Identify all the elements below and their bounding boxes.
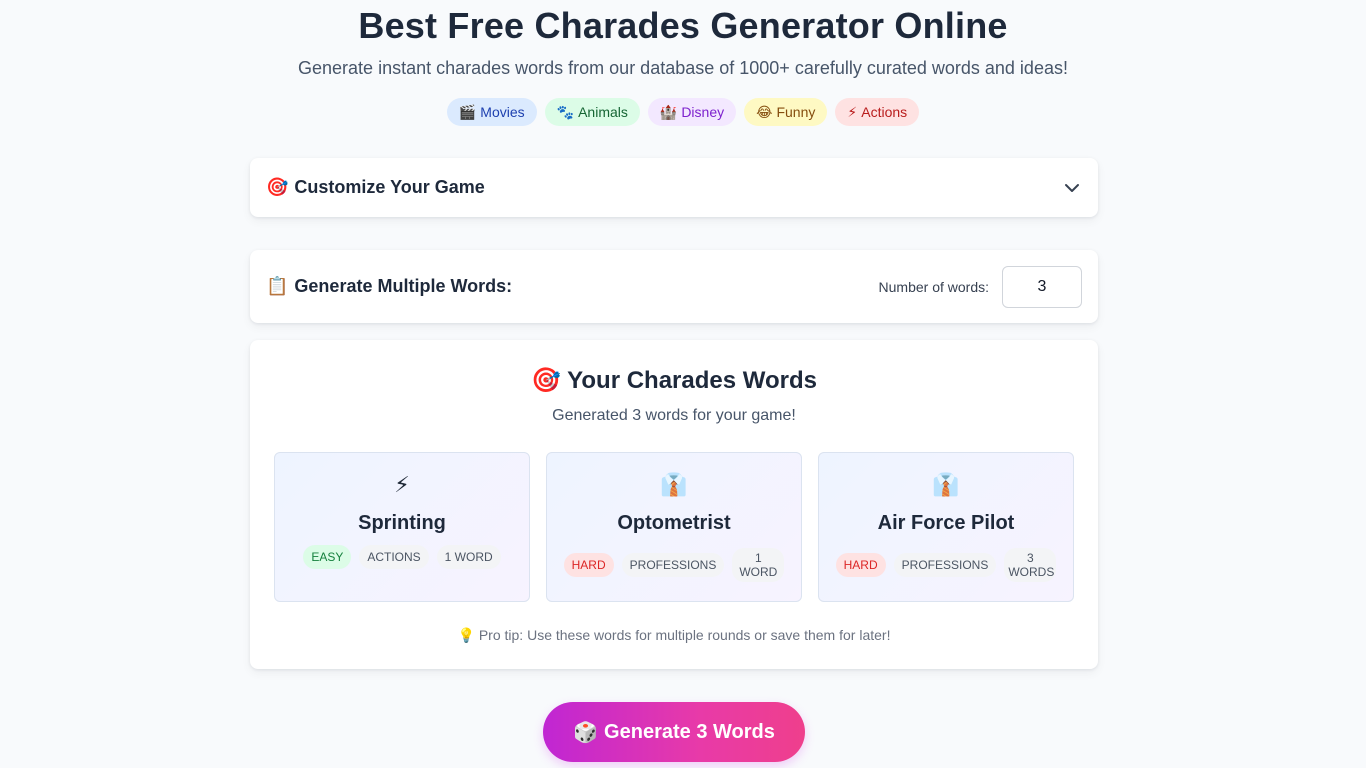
page-title: Best Free Charades Generator Online [358, 5, 1008, 46]
target-icon: 🎯 [266, 177, 289, 197]
lightning-icon: ⚡ [394, 472, 410, 497]
word-count-label: Number of words: [878, 278, 989, 295]
length-badge: 3 WORDS [1004, 548, 1057, 582]
word-text: Air Force Pilot [877, 512, 1015, 534]
results-subtitle: Generated 3 words for your game! [552, 407, 796, 424]
word-card[interactable]: 👔 Optometrist HARD PROFESSIONS 1 WORD [546, 452, 802, 602]
category-badge: PROFESSIONS [621, 553, 725, 577]
word-count-input[interactable] [1002, 265, 1082, 308]
tag-actions[interactable]: ⚡ Actions [835, 98, 920, 126]
word-count-control: Number of words: [878, 265, 1082, 308]
tag-label: Funny [776, 104, 816, 120]
multiple-words-label: 📋 Generate Multiple Words: [266, 276, 512, 297]
dice-icon: 🎲 [573, 721, 599, 744]
tag-movies[interactable]: 🎬 Movies [446, 98, 537, 126]
length-badge: 1 WORD [732, 548, 785, 582]
word-card[interactable]: ⚡ Sprinting EASY ACTIONS 1 WORD [274, 452, 530, 602]
generate-words-button[interactable]: 🎲 Generate 3 Words [543, 702, 805, 762]
pro-tip-text: Pro tip: Use these words for multiple ro… [478, 627, 891, 643]
tag-label: Actions [861, 104, 908, 120]
category-badge: PROFESSIONS [893, 553, 997, 577]
multiple-words-panel: 📋 Generate Multiple Words: Number of wor… [250, 250, 1098, 323]
word-badges: EASY ACTIONS 1 WORD [275, 545, 529, 569]
word-badges: HARD PROFESSIONS 1 WORD [547, 548, 801, 582]
tag-label: Disney [681, 104, 725, 120]
customize-title: Customize Your Game [294, 177, 485, 197]
tag-animals[interactable]: 🐾 Animals [544, 98, 640, 126]
laughing-face-icon: 😂 [756, 104, 773, 120]
paw-prints-icon: 🐾 [556, 104, 575, 120]
word-text: Sprinting [358, 512, 446, 534]
tag-disney[interactable]: 🏰 Disney [647, 98, 737, 126]
difficulty-badge: EASY [303, 545, 352, 569]
results-title-text: Your Charades Words [567, 367, 817, 394]
generate-button-label: Generate 3 Words [604, 720, 775, 743]
tag-label: Animals [578, 104, 628, 120]
customize-label: 🎯 Customize Your Game [266, 177, 485, 198]
category-tags: 🎬 Movies 🐾 Animals 🏰 Disney 😂 Funny ⚡ Ac… [0, 98, 1366, 126]
results-title: 🎯 Your Charades Words [250, 366, 1098, 395]
category-badge: ACTIONS [359, 545, 429, 569]
target-icon: 🎯 [531, 367, 561, 394]
length-badge: 1 WORD [436, 545, 501, 569]
customize-game-toggle[interactable]: 🎯 Customize Your Game [250, 158, 1098, 217]
difficulty-badge: HARD [563, 553, 614, 577]
page-subtitle: Generate instant charades words from our… [298, 58, 1068, 78]
tag-funny[interactable]: 😂 Funny [744, 98, 828, 126]
word-card[interactable]: 👔 Air Force Pilot HARD PROFESSIONS 3 WOR… [818, 452, 1074, 602]
tag-label: Movies [480, 104, 525, 120]
lightbulb-icon: 💡 [457, 627, 475, 643]
castle-icon: 🏰 [659, 104, 678, 120]
necktie-icon: 👔 [932, 472, 960, 497]
pro-tip: 💡 Pro tip: Use these words for multiple … [250, 627, 1098, 644]
multiple-words-title: Generate Multiple Words: [294, 276, 513, 296]
chevron-down-icon[interactable] [1062, 178, 1082, 198]
word-badges: HARD PROFESSIONS 3 WORDS [819, 548, 1073, 582]
clipboard-icon: 📋 [266, 276, 289, 296]
word-cards: ⚡ Sprinting EASY ACTIONS 1 WORD 👔 Optome… [274, 452, 1074, 602]
word-text: Optometrist [617, 512, 731, 534]
difficulty-badge: HARD [835, 553, 886, 577]
clapperboard-icon: 🎬 [458, 104, 477, 120]
results-panel: 🎯 Your Charades Words Generated 3 words … [250, 340, 1098, 669]
necktie-icon: 👔 [660, 472, 688, 497]
lightning-icon: ⚡ [847, 104, 858, 120]
